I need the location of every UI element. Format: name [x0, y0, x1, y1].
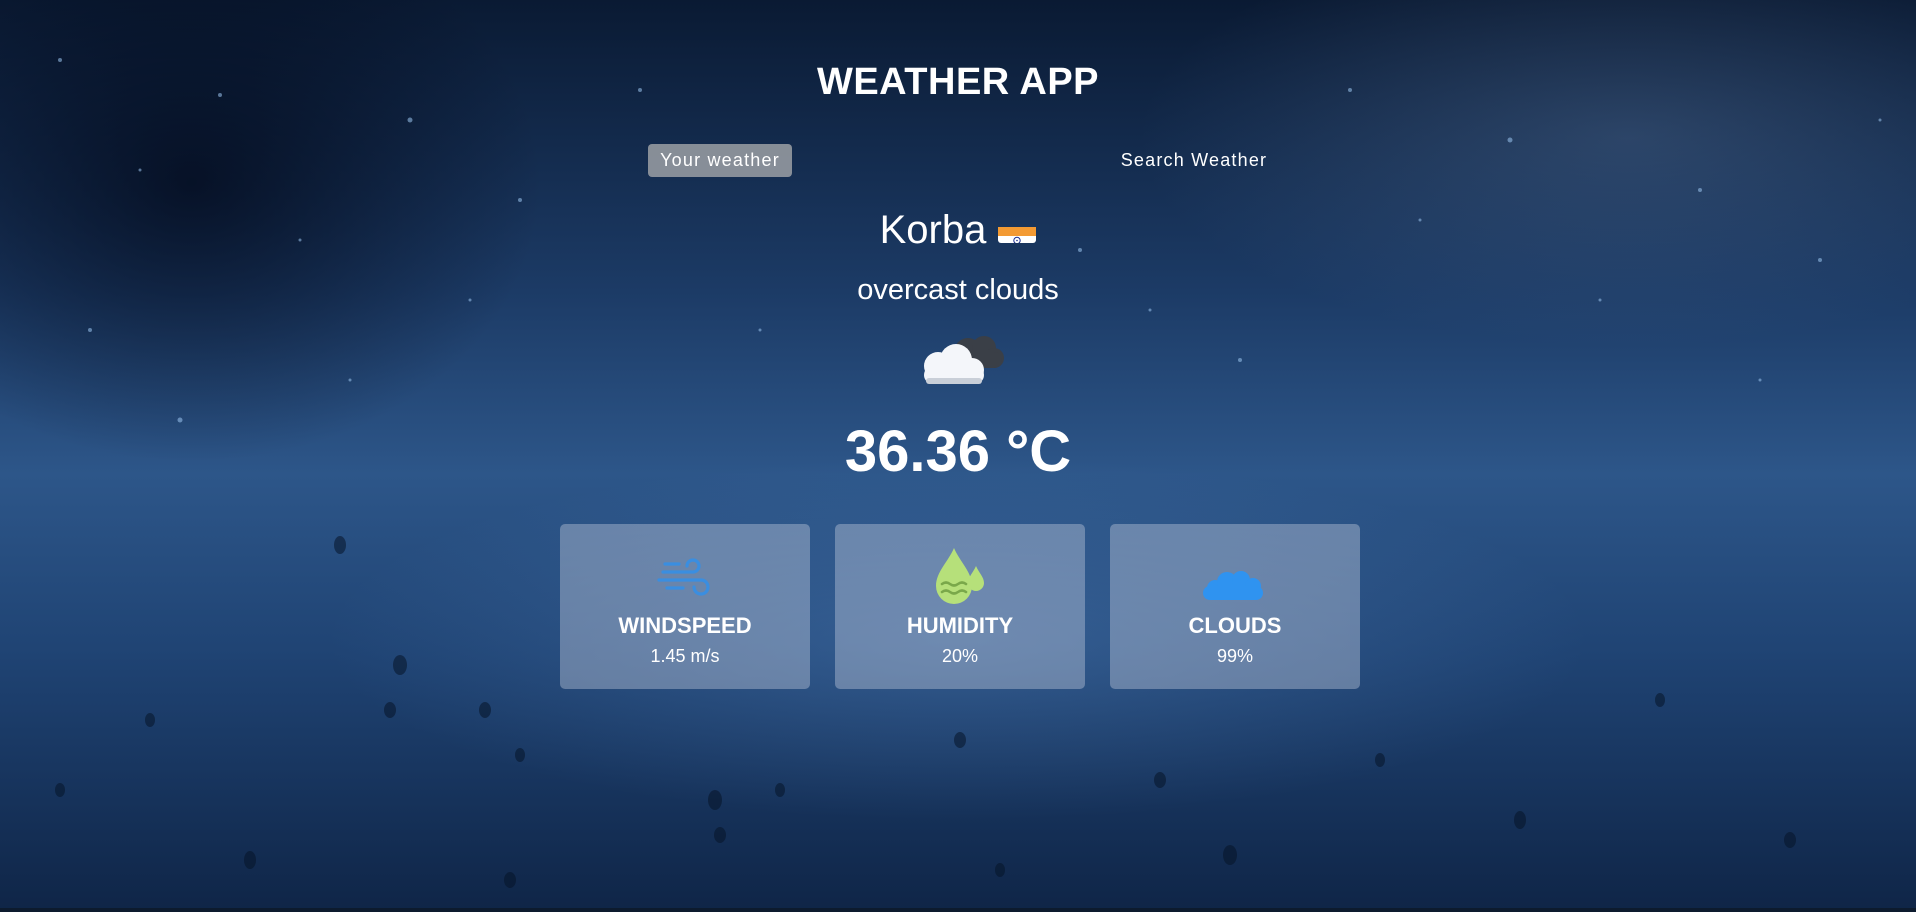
- city-name: Korba: [879, 208, 987, 252]
- bottom-edge: [0, 908, 1916, 912]
- india-flag-icon: [998, 216, 1037, 243]
- weather-app: WEATHER APP Your weather Search Weather …: [0, 0, 1916, 908]
- clouds-card: CLOUDS 99%: [1110, 524, 1360, 689]
- app-title: WEATHER APP: [816, 61, 1100, 103]
- windspeed-label: WINDSPEED: [618, 613, 752, 638]
- stats-cards: WINDSPEED 1.45 m/s HUMIDITY 20% CLOUDS 9…: [560, 524, 1360, 689]
- tab-search-weather[interactable]: Search Weather: [1096, 144, 1292, 177]
- humidity-label: HUMIDITY: [906, 613, 1014, 638]
- wind-icon: [635, 546, 735, 608]
- temperature: 36.36 °C: [844, 419, 1072, 484]
- windspeed-value: 1.45 m/s: [650, 646, 720, 666]
- weather-description: overcast clouds: [857, 274, 1059, 306]
- clouds-label: CLOUDS: [1188, 613, 1282, 638]
- humidity-card: HUMIDITY 20%: [835, 524, 1085, 689]
- humidity-value: 20%: [941, 646, 979, 666]
- tab-your-weather[interactable]: Your weather: [648, 144, 792, 177]
- humidity-droplet-icon: [910, 546, 1010, 608]
- location-row: Korba: [0, 205, 1916, 255]
- clouds-value: 99%: [1216, 646, 1254, 666]
- cloud-icon: [1185, 546, 1285, 608]
- windspeed-card: WINDSPEED 1.45 m/s: [560, 524, 810, 689]
- overcast-clouds-icon: [908, 326, 1012, 394]
